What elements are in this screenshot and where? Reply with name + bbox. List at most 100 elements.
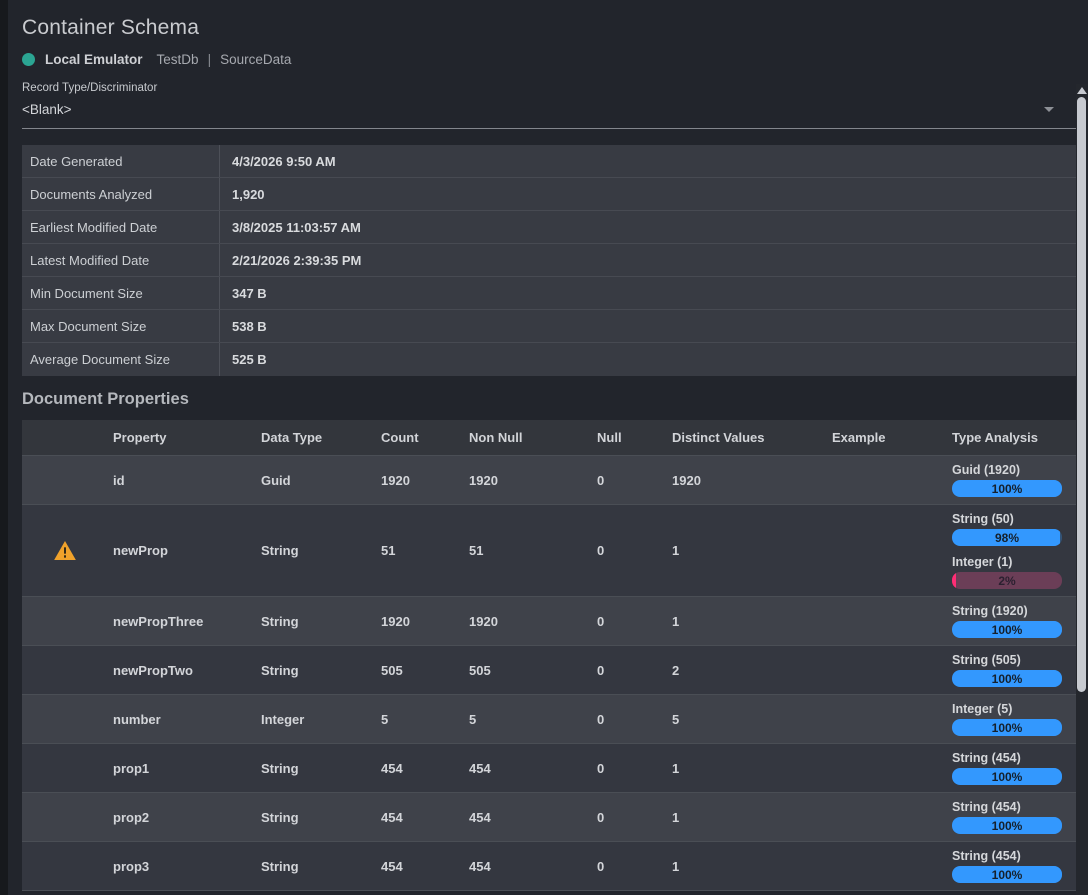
summary-label: Date Generated	[22, 145, 220, 177]
type-analysis-percent: 100%	[952, 480, 1062, 497]
property-count: 1920	[375, 597, 463, 645]
summary-value: 3/8/2025 11:03:57 AM	[220, 211, 1076, 243]
type-analysis-percent: 100%	[952, 817, 1062, 834]
property-non-null: 454	[463, 793, 591, 841]
type-analysis-bar: 100%	[952, 670, 1062, 687]
scrollbar-thumb[interactable]	[1077, 97, 1086, 692]
summary-label: Documents Analyzed	[22, 178, 220, 210]
property-type-analysis: String (454) 100%	[946, 842, 1076, 890]
property-example	[826, 842, 946, 890]
type-analysis-percent: 2%	[952, 572, 1062, 589]
type-analysis-bar: 100%	[952, 768, 1062, 785]
property-example	[826, 646, 946, 694]
type-analysis-label: String (454)	[952, 849, 1062, 863]
property-row: newPropTwoString50550502String (505)100%	[22, 646, 1076, 695]
property-data-type: String	[255, 744, 375, 792]
property-example	[826, 456, 946, 504]
property-distinct-values: 1	[666, 744, 826, 792]
summary-label: Max Document Size	[22, 310, 220, 342]
warning-cell	[22, 646, 107, 694]
property-distinct-values: 1	[666, 793, 826, 841]
breadcrumb-separator: |	[208, 52, 212, 67]
property-name: prop3	[107, 842, 255, 890]
summary-value: 347 B	[220, 277, 1076, 309]
summary-row: Average Document Size525 B	[22, 343, 1076, 376]
record-type-dropdown[interactable]: <Blank>	[22, 99, 1076, 129]
record-type-value: <Blank>	[22, 102, 72, 117]
summary-value: 538 B	[220, 310, 1076, 342]
summary-value: 2/21/2026 2:39:35 PM	[220, 244, 1076, 276]
summary-row: Date Generated4/3/2026 9:50 AM	[22, 145, 1076, 178]
property-data-type: String	[255, 793, 375, 841]
property-non-null: 51	[463, 505, 591, 596]
type-analysis-percent: 100%	[952, 621, 1062, 638]
property-name: prop1	[107, 744, 255, 792]
summary-value: 4/3/2026 9:50 AM	[220, 145, 1076, 177]
property-count: 5	[375, 695, 463, 743]
column-header-data-type: Data Type	[255, 420, 375, 455]
summary-row: Latest Modified Date2/21/2026 2:39:35 PM	[22, 244, 1076, 277]
column-header-distinct-values: Distinct Values	[666, 420, 826, 455]
summary-row: Min Document Size347 B	[22, 277, 1076, 310]
property-non-null: 1920	[463, 597, 591, 645]
column-header-count: Count	[375, 420, 463, 455]
type-analysis-group: Integer (1)2%	[952, 555, 1062, 589]
summary-value: 1,920	[220, 178, 1076, 210]
property-null: 0	[591, 744, 666, 792]
property-example	[826, 744, 946, 792]
property-count: 1920	[375, 456, 463, 504]
connection-name: Local Emulator	[45, 52, 143, 67]
property-count: 454	[375, 842, 463, 890]
document-properties-heading: Document Properties	[22, 390, 1076, 409]
property-null: 0	[591, 505, 666, 596]
property-example	[826, 597, 946, 645]
property-non-null: 505	[463, 646, 591, 694]
type-analysis-label: String (505)	[952, 653, 1062, 667]
vertical-scrollbar[interactable]	[1076, 84, 1088, 895]
summary-row: Earliest Modified Date3/8/2025 11:03:57 …	[22, 211, 1076, 244]
type-analysis-group: Guid (1920) 100%	[952, 463, 1062, 497]
record-type-label: Record Type/Discriminator	[22, 82, 1076, 94]
property-name: newPropTwo	[107, 646, 255, 694]
column-header-type-analysis: Type Analysis	[946, 420, 1076, 455]
warning-cell	[22, 842, 107, 890]
type-analysis-group: String (50)98%	[952, 512, 1062, 546]
type-analysis-percent: 100%	[952, 768, 1062, 785]
property-count: 454	[375, 744, 463, 792]
property-name: id	[107, 456, 255, 504]
type-analysis-percent: 100%	[952, 719, 1062, 736]
property-distinct-values: 1920	[666, 456, 826, 504]
property-distinct-values: 2	[666, 646, 826, 694]
breadcrumb-container: SourceData	[220, 52, 291, 67]
property-null: 0	[591, 695, 666, 743]
property-count: 51	[375, 505, 463, 596]
property-type-analysis: String (454)100%	[946, 793, 1076, 841]
type-analysis-percent: 98%	[952, 529, 1062, 546]
type-analysis-group: Integer (5)100%	[952, 702, 1062, 736]
column-header-non-null: Non Null	[463, 420, 591, 455]
type-analysis-label: String (1920)	[952, 604, 1062, 618]
type-analysis-label: Guid (1920)	[952, 463, 1062, 477]
connection-status-dot-icon	[22, 53, 35, 66]
type-analysis-percent: 100%	[952, 866, 1062, 883]
warning-cell	[22, 456, 107, 504]
property-null: 0	[591, 793, 666, 841]
property-row: newPropString515101String (50)98%Integer…	[22, 505, 1076, 597]
property-non-null: 454	[463, 744, 591, 792]
property-null: 0	[591, 842, 666, 890]
summary-row: Max Document Size538 B	[22, 310, 1076, 343]
property-data-type: String	[255, 597, 375, 645]
property-name: number	[107, 695, 255, 743]
property-data-type: String	[255, 505, 375, 596]
property-non-null: 1920	[463, 456, 591, 504]
type-analysis-group: String (454)100%	[952, 800, 1062, 834]
summary-value: 525 B	[220, 343, 1076, 376]
property-name: newProp	[107, 505, 255, 596]
document-properties-table: Property Data Type Count Non Null Null D…	[22, 420, 1076, 891]
summary-row: Documents Analyzed1,920	[22, 178, 1076, 211]
type-analysis-bar: 100%	[952, 480, 1062, 497]
summary-label: Average Document Size	[22, 343, 220, 376]
scrollbar-up-arrow-icon[interactable]	[1077, 87, 1087, 94]
warning-cell	[22, 505, 107, 596]
page-title: Container Schema	[22, 16, 1076, 40]
